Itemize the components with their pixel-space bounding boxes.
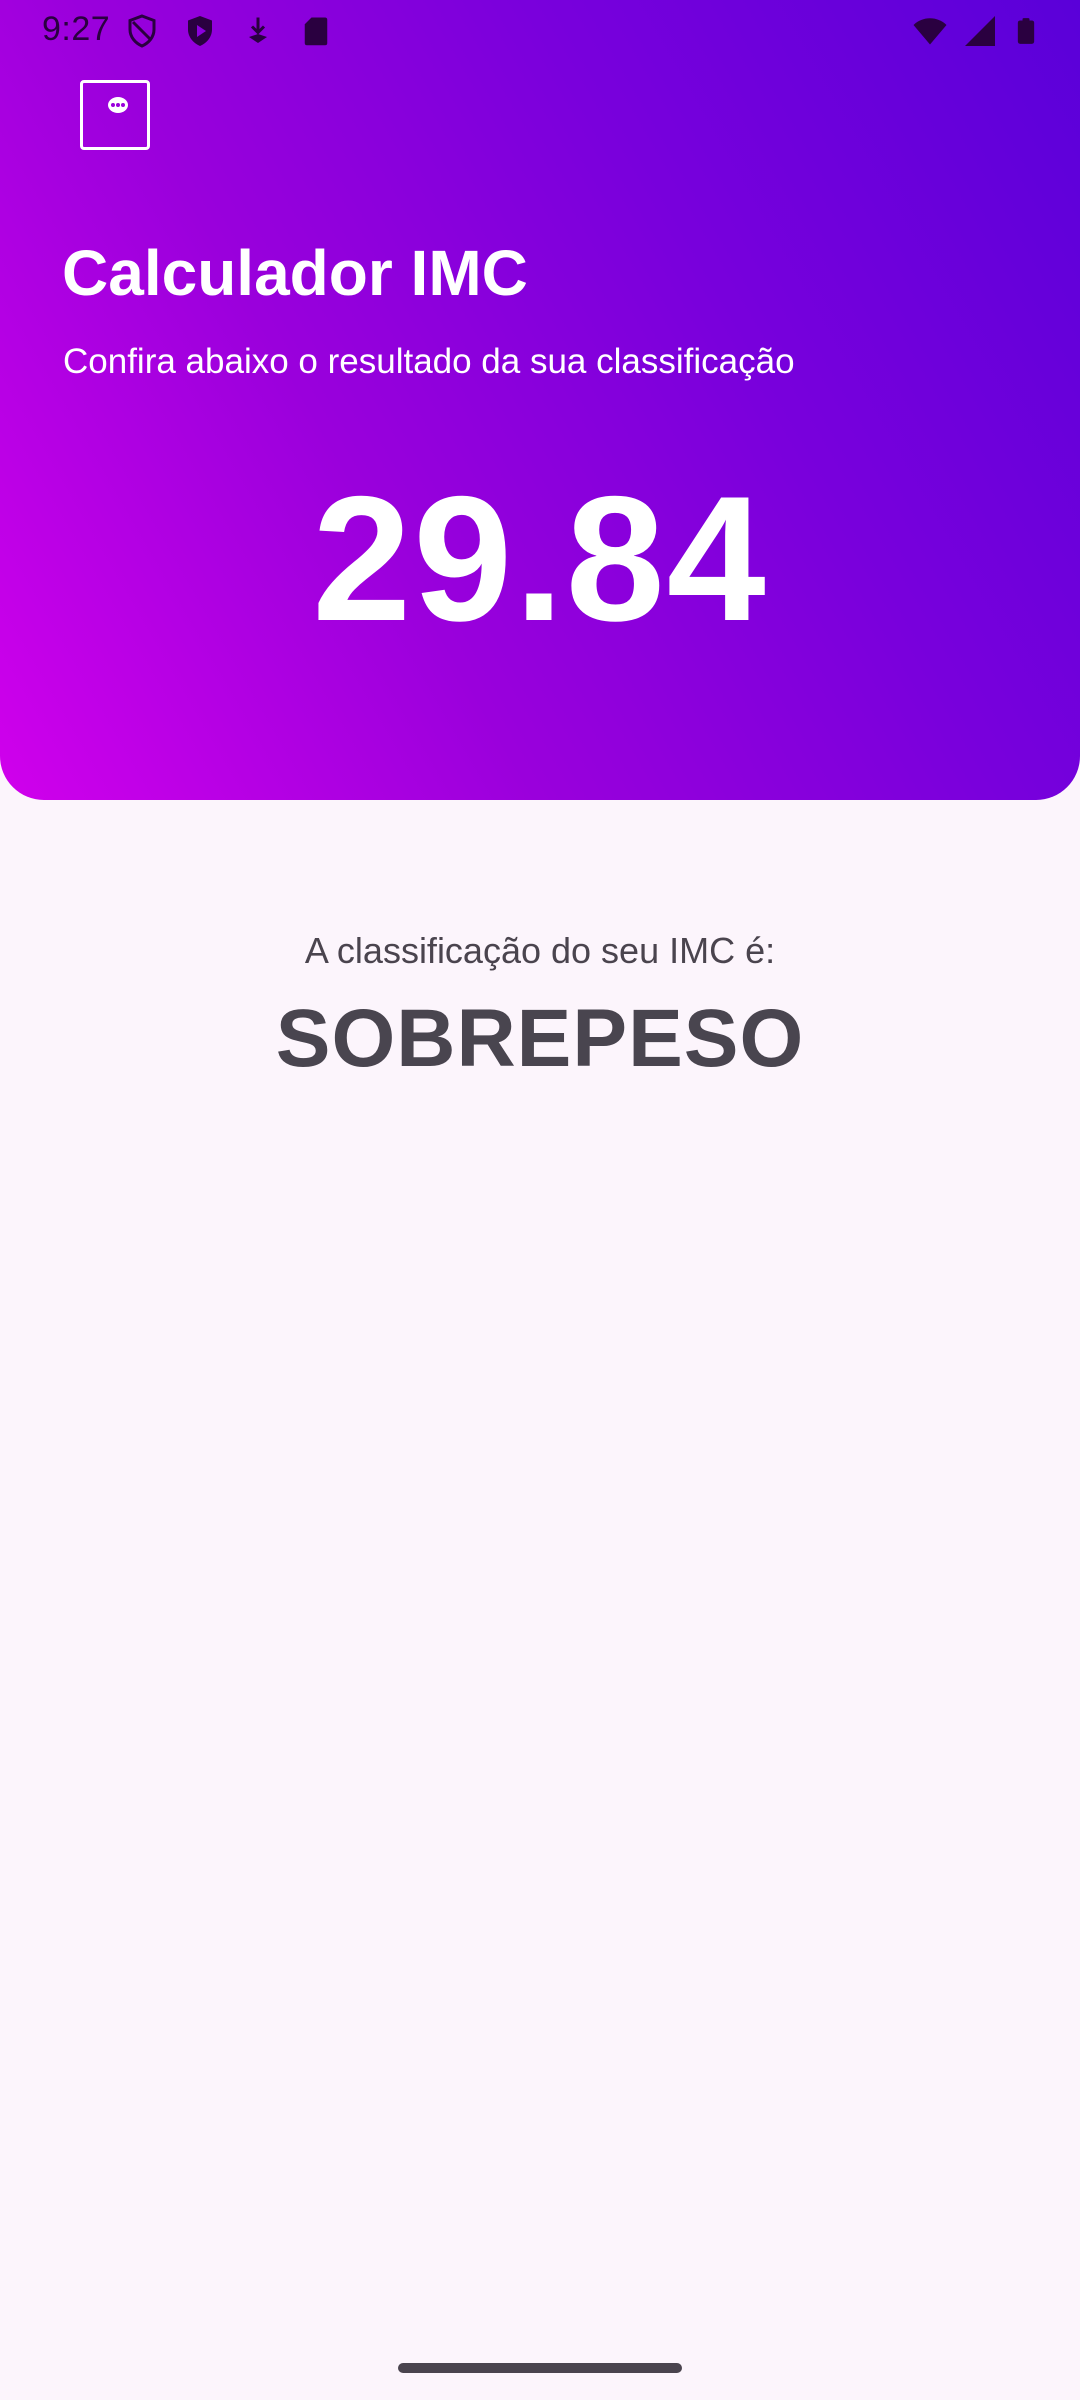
result-screen: 9:27 Calculador IMC Confira abaixo o res…	[0, 0, 1080, 2400]
imc-value: 29.84	[312, 459, 768, 658]
play-protect-icon	[188, 16, 212, 46]
sd-card-icon	[304, 17, 328, 46]
classification-label: A classificação do seu IMC é:	[304, 930, 776, 971]
page-title: Calculador IMC	[62, 237, 528, 309]
status-time: 9:27	[42, 10, 111, 48]
status-bar: 9:27	[0, 0, 1080, 64]
page-subtitle: Confira abaixo o resultado da sua classi…	[63, 342, 795, 381]
download-arrow-icon	[249, 17, 267, 43]
info-bubble-icon	[108, 97, 128, 113]
result-header: 9:27 Calculador IMC Confira abaixo o res…	[0, 0, 1080, 800]
classification-value: SOBREPESO	[275, 993, 805, 1084]
shield-outline-icon	[128, 14, 156, 48]
status-system-icons	[912, 12, 1040, 50]
info-button[interactable]	[80, 80, 150, 150]
wifi-icon	[913, 18, 947, 45]
status-notification-icons	[124, 12, 334, 50]
cellular-signal-icon	[965, 16, 995, 46]
battery-icon	[1017, 18, 1035, 44]
home-indicator[interactable]	[398, 2363, 682, 2373]
